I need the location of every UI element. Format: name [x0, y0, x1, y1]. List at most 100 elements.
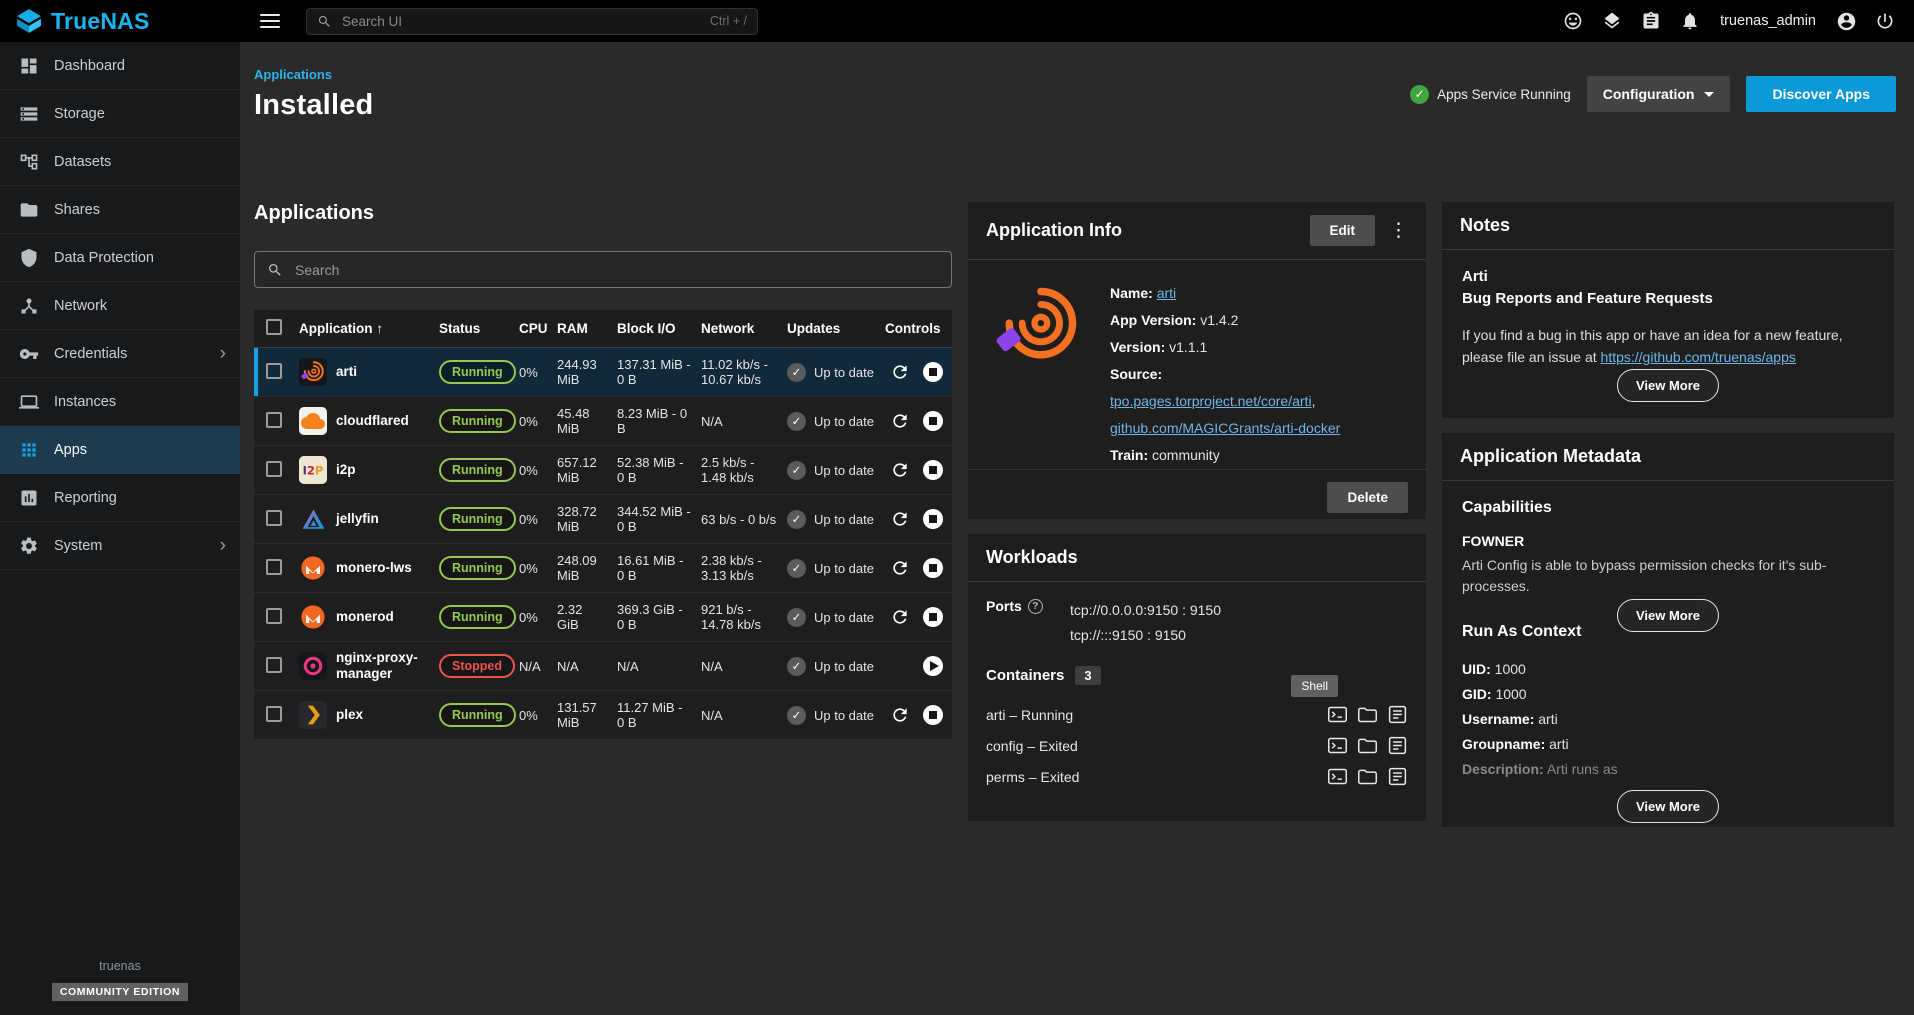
logs-icon[interactable] [1387, 766, 1408, 787]
table-row-monero-lws[interactable]: monero-lws Running 0% 248.09 MiB 16.61 M… [254, 544, 952, 593]
stop-button[interactable] [923, 509, 943, 529]
i2p-app-icon: I2P [299, 456, 327, 484]
sidebar-item-reporting[interactable]: Reporting [0, 474, 240, 522]
releases-icon[interactable] [1601, 10, 1623, 32]
view-more-button[interactable]: View More [1617, 790, 1719, 823]
table-row-jellyfin[interactable]: jellyfin Running 0% 328.72 MiB 344.52 Mi… [254, 495, 952, 544]
delete-button[interactable]: Delete [1327, 482, 1408, 513]
row-checkbox[interactable] [266, 461, 282, 477]
start-button[interactable] [923, 656, 943, 676]
column-ram[interactable]: RAM [552, 316, 612, 341]
sidebar-item-instances[interactable]: Instances [0, 378, 240, 426]
source-link[interactable]: github.com/MAGICGrants/arti-docker [1110, 420, 1340, 436]
sidebar-item-network[interactable]: Network [0, 282, 240, 330]
monero-lws-app-icon [299, 554, 327, 582]
sidebar-item-data-protection[interactable]: Data Protection [0, 234, 240, 282]
row-checkbox[interactable] [266, 412, 282, 428]
table-row-plex[interactable]: plex Running 0% 131.57 MiB 11.27 MiB - 0… [254, 691, 952, 740]
apps-search-input[interactable] [293, 261, 939, 279]
row-checkbox[interactable] [266, 559, 282, 575]
row-checkbox[interactable] [266, 657, 282, 673]
status-badge: Running [439, 409, 516, 433]
app-name-link[interactable]: arti [1157, 285, 1176, 301]
column-application[interactable]: Application ↑ [294, 316, 434, 341]
edit-button[interactable]: Edit [1310, 215, 1376, 246]
stop-button[interactable] [923, 607, 943, 627]
stop-button[interactable] [923, 558, 943, 578]
volumes-icon[interactable] [1357, 766, 1378, 787]
power-icon[interactable] [1874, 10, 1896, 32]
update-check-icon: ✓ [787, 657, 806, 676]
discover-apps-button[interactable]: Discover Apps [1746, 76, 1896, 112]
stop-button[interactable] [923, 460, 943, 480]
notes-issue-link[interactable]: https://github.com/truenas/apps [1601, 349, 1796, 365]
view-more-button[interactable]: View More [1617, 369, 1719, 402]
truenas-logo[interactable]: TrueNAS [0, 8, 240, 35]
menu-toggle-icon[interactable] [260, 14, 280, 28]
column-cpu[interactable]: CPU [514, 316, 552, 341]
view-more-button[interactable]: View More [1617, 599, 1719, 632]
restart-button[interactable] [890, 362, 910, 382]
logs-icon[interactable] [1387, 704, 1408, 725]
applications-table: Application ↑ Status CPU RAM Block I/O N… [254, 310, 952, 740]
help-icon[interactable]: ? [1028, 599, 1043, 614]
restart-button[interactable] [890, 509, 910, 529]
select-all-checkbox[interactable] [266, 319, 282, 335]
row-checkbox[interactable] [266, 608, 282, 624]
sidebar-item-dashboard[interactable]: Dashboard [0, 42, 240, 90]
source-link[interactable]: tpo.pages.torproject.net/core/arti [1110, 393, 1312, 409]
kebab-menu-icon[interactable]: ⋮ [1389, 221, 1408, 240]
table-row-i2p[interactable]: I2P i2p Running 0% 657.12 MiB 52.38 MiB … [254, 446, 952, 495]
jobs-icon[interactable] [1640, 10, 1662, 32]
sidebar-item-shares[interactable]: Shares [0, 186, 240, 234]
restart-button[interactable] [890, 607, 910, 627]
ram-value: 244.93 MiB [552, 352, 612, 392]
restart-button[interactable] [890, 705, 910, 725]
container-state: Exited [1039, 738, 1078, 754]
volumes-icon[interactable] [1357, 735, 1378, 756]
feedback-icon[interactable] [1562, 10, 1584, 32]
main-content: Applications Installed ✓ Apps Service Ru… [240, 42, 1914, 1015]
table-row-nginx-proxy-manager[interactable]: nginx-proxy-manager Stopped N/A N/A N/A … [254, 642, 952, 691]
sidebar-item-credentials[interactable]: Credentials › [0, 330, 240, 378]
sidebar-item-apps[interactable]: Apps [0, 426, 240, 474]
stop-button[interactable] [923, 411, 943, 431]
column-network[interactable]: Network [696, 316, 782, 341]
row-checkbox[interactable] [266, 510, 282, 526]
global-search-input[interactable] [340, 13, 702, 30]
app-name: plex [336, 707, 363, 723]
apps-search[interactable] [254, 251, 952, 288]
table-row-cloudflared[interactable]: cloudflared Running 0% 45.48 MiB 8.23 Mi… [254, 397, 952, 446]
sidebar-footer: truenas COMMUNITY EDITION [0, 959, 240, 1001]
table-row-arti[interactable]: arti Running 0% 244.93 MiB 137.31 MiB - … [254, 348, 952, 397]
stop-button[interactable] [923, 362, 943, 382]
dashboard-icon [19, 56, 39, 76]
sidebar-item-datasets[interactable]: Datasets [0, 138, 240, 186]
restart-button[interactable] [890, 411, 910, 431]
restart-button[interactable] [890, 460, 910, 480]
notifications-icon[interactable] [1679, 10, 1701, 32]
global-search[interactable]: Ctrl + / [306, 8, 758, 35]
search-shortcut-hint: Ctrl + / [710, 14, 747, 28]
sidebar-item-system[interactable]: System › [0, 522, 240, 570]
user-icon[interactable] [1835, 10, 1857, 32]
column-status[interactable]: Status [434, 316, 514, 341]
column-block-io[interactable]: Block I/O [612, 316, 696, 341]
stop-button[interactable] [923, 705, 943, 725]
sidebar-item-storage[interactable]: Storage [0, 90, 240, 138]
workloads-card: Workloads Ports? tcp://0.0.0.0:9150 : 91… [968, 534, 1426, 821]
configuration-button[interactable]: Configuration [1587, 76, 1731, 112]
shell-icon[interactable] [1327, 704, 1348, 725]
workloads-title: Workloads [986, 547, 1408, 568]
train-value: community [1152, 447, 1220, 463]
restart-button[interactable] [890, 558, 910, 578]
row-checkbox[interactable] [266, 363, 282, 379]
shell-icon[interactable] [1327, 735, 1348, 756]
row-checkbox[interactable] [266, 706, 282, 722]
network-value: 11.02 kb/s - 10.67 kb/s [696, 352, 782, 392]
logs-icon[interactable] [1387, 735, 1408, 756]
shell-icon[interactable] [1327, 766, 1348, 787]
table-row-monerod[interactable]: monerod Running 0% 2.32 GiB 369.3 GiB - … [254, 593, 952, 642]
breadcrumb[interactable]: Applications [254, 67, 332, 82]
volumes-icon[interactable] [1357, 704, 1378, 725]
